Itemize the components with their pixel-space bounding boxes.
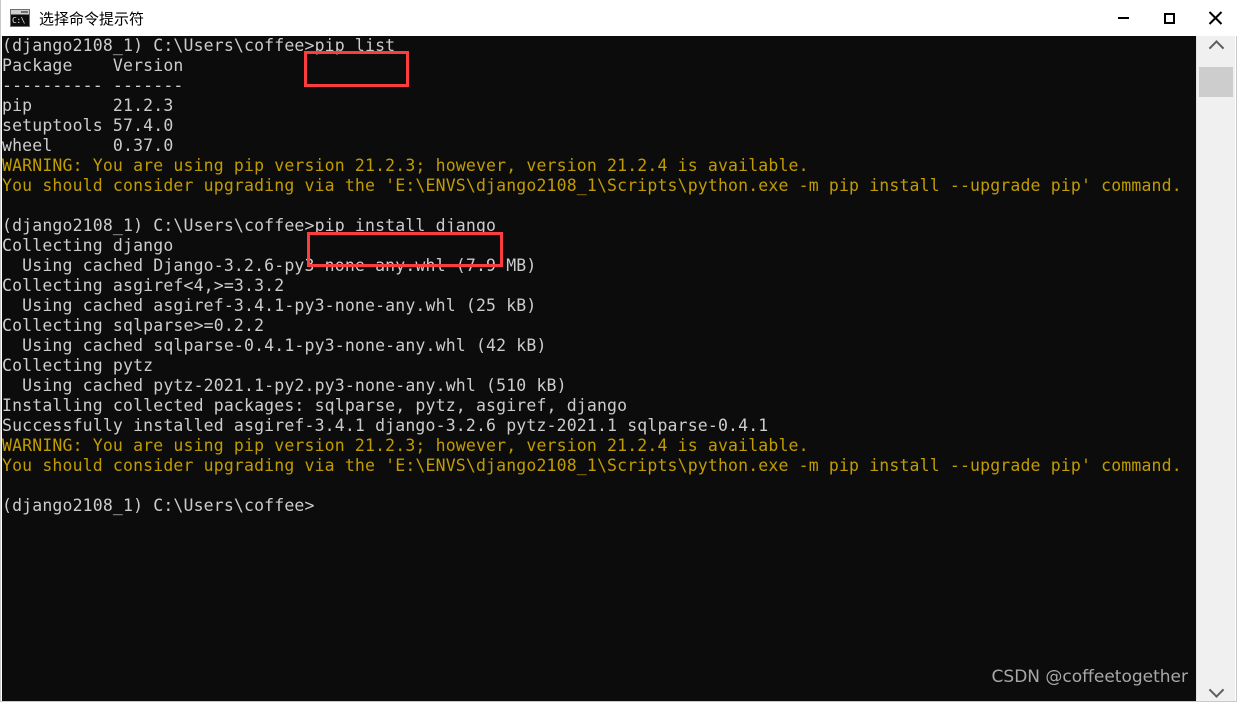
maximize-icon	[1163, 12, 1175, 24]
terminal-line: WARNING: You are using pip version 21.2.…	[2, 156, 809, 175]
terminal-line: Package Version	[2, 56, 184, 75]
vertical-scrollbar[interactable]	[1196, 36, 1235, 701]
terminal-line: Successfully installed asgiref-3.4.1 dja…	[2, 416, 769, 435]
terminal-output-area[interactable]: (django2108_1) C:\Users\coffee>pip list P…	[2, 36, 1198, 701]
minimize-icon	[1117, 17, 1129, 19]
terminal-line: (django2108_1) C:\Users\coffee>pip list	[2, 36, 396, 55]
maximize-button[interactable]	[1146, 0, 1192, 36]
terminal-line: Collecting pytz	[2, 356, 154, 375]
terminal-line: Installing collected packages: sqlparse,…	[2, 396, 628, 415]
terminal-line: Collecting sqlparse>=0.2.2	[2, 316, 265, 335]
terminal-line: (django2108_1) C:\Users\coffee>	[2, 496, 315, 515]
terminal-line: Using cached asgiref-3.4.1-py3-none-any.…	[2, 296, 537, 315]
terminal-line: setuptools 57.4.0	[2, 116, 174, 135]
scrollbar-thumb[interactable]	[1199, 67, 1233, 97]
close-button[interactable]	[1192, 0, 1237, 36]
cmd-window: C:\ 选择命令提示符 (django2108_1) C:\Users\coff…	[0, 0, 1237, 702]
close-icon	[1208, 11, 1222, 25]
terminal-line: pip 21.2.3	[2, 96, 174, 115]
terminal-line: ---------- -------	[2, 76, 184, 95]
terminal-line: WARNING: You are using pip version 21.2.…	[2, 436, 809, 455]
titlebar-left: C:\ 选择命令提示符	[1, 8, 1100, 29]
terminal-line: You should consider upgrading via the 'E…	[2, 176, 1182, 195]
scroll-down-button[interactable]	[1197, 681, 1235, 701]
terminal-line: Using cached sqlparse-0.4.1-py3-none-any…	[2, 336, 547, 355]
terminal-line: (django2108_1) C:\Users\coffee>pip insta…	[2, 216, 497, 235]
window-title: 选择命令提示符	[39, 9, 145, 28]
minimize-button[interactable]	[1100, 0, 1146, 36]
chevron-down-icon	[1208, 681, 1224, 698]
terminal-line: You should consider upgrading via the 'E…	[2, 456, 1182, 475]
terminal-line: Using cached pytz-2021.1-py2.py3-none-an…	[2, 376, 567, 395]
window-controls	[1100, 0, 1237, 36]
cmd-icon-screen: C:\	[11, 15, 29, 26]
cmd-console-icon: C:\	[10, 9, 30, 27]
titlebar[interactable]: C:\ 选择命令提示符	[1, 0, 1237, 36]
terminal-line: Collecting asgiref<4,>=3.3.2	[2, 276, 285, 295]
terminal-line: Collecting django	[2, 236, 174, 255]
terminal-text: (django2108_1) C:\Users\coffee>pip list P…	[2, 36, 1182, 516]
terminal-line: Using cached Django-3.2.6-py3-none-any.w…	[2, 256, 537, 275]
terminal-line: wheel 0.37.0	[2, 136, 174, 155]
watermark: CSDN @coffeetogether	[991, 667, 1188, 687]
chevron-up-icon	[1208, 39, 1224, 56]
scroll-up-button[interactable]	[1197, 36, 1235, 56]
